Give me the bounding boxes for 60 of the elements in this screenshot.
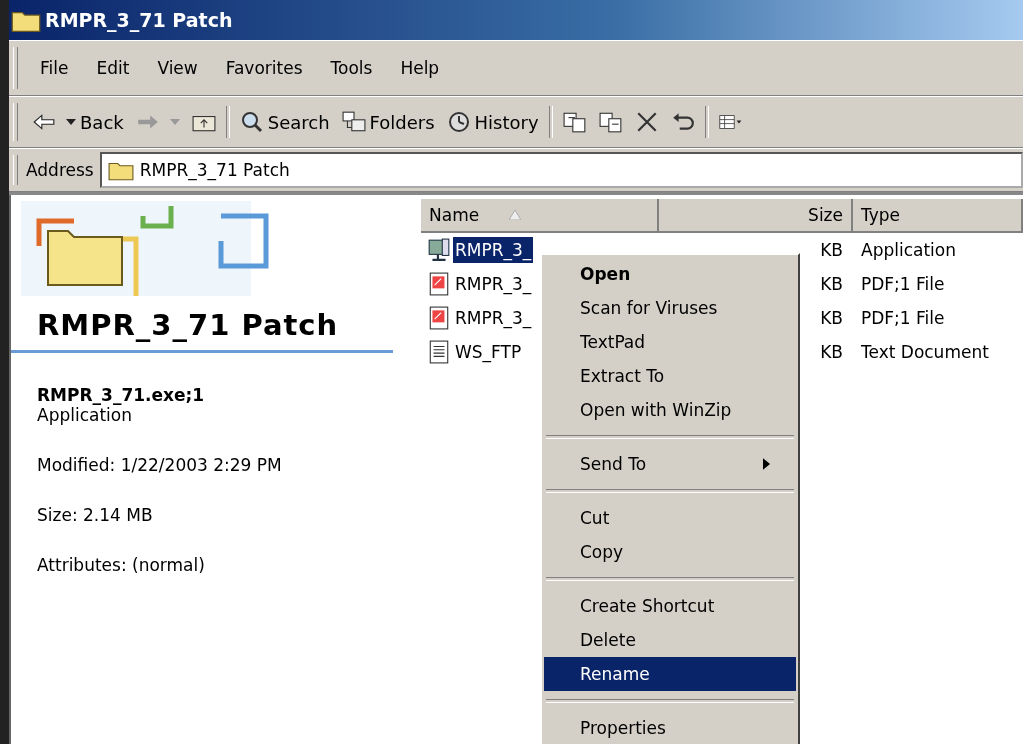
history-button[interactable]: History bbox=[440, 111, 545, 133]
menu-item[interactable]: Scan for Viruses bbox=[544, 291, 796, 325]
window-title: RMPR_3_71 Patch bbox=[45, 9, 233, 31]
modified-date: Modified: 1/22/2003 2:29 PM bbox=[37, 455, 283, 475]
file-name[interactable]: RMPR_3_ bbox=[453, 305, 534, 331]
file-type: PDF;1 File bbox=[860, 308, 946, 328]
file-size: KB bbox=[820, 274, 843, 294]
menu-item[interactable]: Send To bbox=[544, 447, 796, 481]
file-name[interactable]: WS_FTP bbox=[453, 339, 524, 365]
file-size: KB bbox=[820, 240, 843, 260]
menu-item[interactable]: Edit bbox=[82, 58, 144, 78]
menu-item[interactable]: Open with WinZip bbox=[544, 393, 796, 427]
folders-icon bbox=[341, 111, 366, 133]
file-type: Text Document bbox=[860, 342, 990, 362]
undo-icon bbox=[670, 111, 695, 133]
application-icon bbox=[427, 238, 451, 262]
column-header[interactable]: Name bbox=[421, 199, 659, 233]
file-name[interactable]: RMPR_3_ bbox=[453, 237, 534, 263]
menu-item[interactable]: Copy bbox=[544, 535, 796, 569]
pdf-file-icon bbox=[427, 272, 451, 296]
file-name[interactable]: RMPR_3_ bbox=[453, 271, 534, 297]
copy-to-icon bbox=[598, 111, 623, 133]
address-field[interactable]: RMPR_3_71 Patch bbox=[99, 152, 1023, 188]
back-button[interactable]: Back bbox=[26, 111, 130, 133]
menu-item[interactable]: Open bbox=[544, 257, 796, 291]
search-button[interactable]: Search bbox=[233, 111, 336, 133]
menu-item[interactable]: Cut bbox=[544, 501, 796, 535]
column-header[interactable]: Size bbox=[659, 199, 853, 233]
folders-button[interactable]: Folders bbox=[335, 111, 441, 133]
menu-item[interactable]: View bbox=[143, 58, 212, 78]
pdf-file-icon bbox=[427, 306, 451, 330]
column-header[interactable]: Type bbox=[853, 199, 1023, 233]
menu-item[interactable]: Extract To bbox=[544, 359, 796, 393]
menu-item[interactable]: TextPad bbox=[544, 325, 796, 359]
dropdown-caret-icon bbox=[169, 119, 180, 125]
file-name: RMPR_3_71.exe;1 bbox=[37, 385, 206, 405]
file-size: KB bbox=[820, 342, 843, 362]
menu-item[interactable]: Create Shortcut bbox=[544, 589, 796, 623]
sort-up-icon bbox=[509, 210, 522, 220]
text-file-icon bbox=[427, 340, 451, 364]
move-to-icon bbox=[562, 111, 587, 133]
file-type: Application bbox=[37, 405, 133, 425]
menu-item[interactable]: Help bbox=[386, 58, 454, 78]
clock-icon bbox=[446, 111, 471, 133]
file-type: PDF;1 File bbox=[860, 274, 946, 294]
menu-item[interactable]: Delete bbox=[544, 623, 796, 657]
file-size: KB bbox=[820, 308, 843, 328]
file-attributes: Attributes: (normal) bbox=[37, 555, 206, 575]
menu-item[interactable]: Rename bbox=[544, 657, 796, 691]
submenu-arrow-icon bbox=[763, 458, 770, 470]
file-size: Size: 2.14 MB bbox=[37, 505, 154, 525]
menu-item[interactable]: File bbox=[26, 58, 83, 78]
menu-item[interactable]: Properties bbox=[544, 711, 796, 744]
search-icon bbox=[239, 111, 264, 133]
dropdown-caret-icon bbox=[66, 119, 76, 125]
folder-title: RMPR_3_71 Patch bbox=[36, 307, 340, 342]
address-label: Address bbox=[26, 160, 94, 180]
file-type: Application bbox=[860, 240, 957, 260]
menu-item[interactable]: Tools bbox=[316, 58, 387, 78]
menu-item[interactable]: Favorites bbox=[211, 58, 317, 78]
